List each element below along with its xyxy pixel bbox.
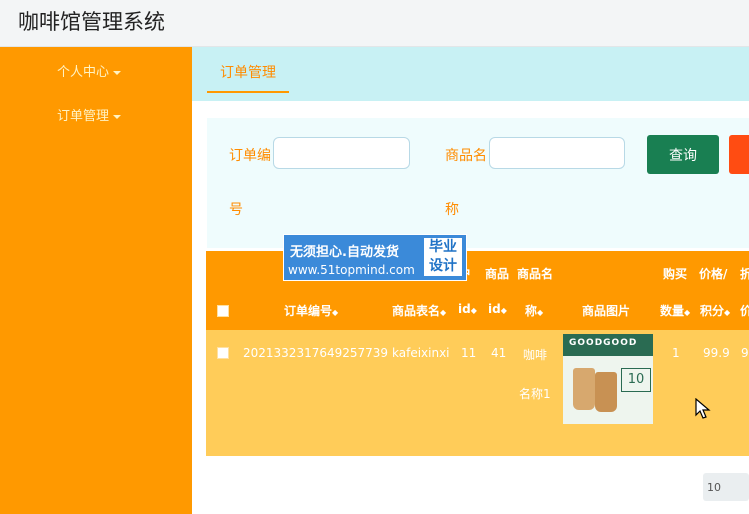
thumbnail-brand: GOODGOOD (569, 338, 638, 348)
cell-extra: 9 (741, 346, 749, 360)
tab-order-management[interactable]: 订单管理 (207, 62, 289, 93)
cell-table-name: kafeixinxi (392, 346, 450, 360)
header-extra-top: 折 (740, 267, 749, 281)
header-price[interactable]: 积分◆ (700, 302, 730, 319)
header-price-top: 价格/ (699, 267, 728, 281)
sidebar-item-label: 订单管理 (57, 109, 110, 124)
header-product-id-top: 商品 (485, 267, 510, 281)
header-extra: 价 (740, 304, 749, 318)
cell-product-name: 咖啡 (523, 348, 548, 362)
cell-order-no: 2021332317649257739 (243, 346, 389, 360)
sort-icon: ◆ (537, 308, 544, 317)
cell-product-name-wrap: 名称1 (519, 387, 551, 401)
top-bar: 咖啡馆管理系统 (0, 0, 749, 47)
thumbnail-price: 10 (621, 368, 651, 392)
orders-table: 户 商品 商品名 购买 价格/ 折 订单编号◆ 商品表名◆ id◆ id◆ 称◆… (206, 251, 749, 456)
cell-user-id: 11 (461, 346, 477, 360)
coffee-cup-image (573, 368, 595, 410)
header-product-image: 商品图片 (582, 304, 631, 318)
sort-icon: ◆ (440, 308, 447, 317)
sidebar-item-label: 个人中心 (57, 65, 110, 80)
header-table-name[interactable]: 商品表名◆ (392, 302, 446, 319)
page-size-value: 10 (707, 481, 721, 494)
order-no-input[interactable] (273, 137, 410, 169)
page-size-select[interactable]: 10 (703, 473, 749, 501)
header-buy-qty-top: 购买 (663, 267, 688, 281)
query-button[interactable]: 查询 (647, 135, 719, 174)
mouse-cursor-icon (695, 398, 711, 419)
row-checkbox[interactable] (217, 347, 229, 359)
caret-down-icon (113, 70, 122, 75)
product-name-label-wrap: 称 (445, 202, 459, 218)
sort-icon: ◆ (500, 306, 507, 315)
search-panel: 订单编 号 商品名 称 查询 (207, 118, 749, 248)
cell-buy-qty: 1 (672, 346, 680, 360)
product-thumbnail[interactable]: GOODGOOD 10 (563, 334, 653, 424)
coffee-cup-image (595, 372, 617, 412)
sidebar-item-personal-center[interactable]: 个人中心 (57, 61, 122, 80)
order-no-label: 订单编 (229, 148, 271, 164)
caret-down-icon (113, 114, 122, 119)
sort-icon: ◆ (724, 308, 731, 317)
sort-icon: ◆ (470, 306, 477, 315)
header-buy-qty[interactable]: 数量◆ (660, 302, 690, 319)
order-no-label-wrap: 号 (229, 202, 243, 218)
cell-product-id: 41 (491, 346, 507, 360)
reset-button[interactable] (729, 135, 749, 174)
sidebar: 个人中心 订单管理 (0, 47, 192, 514)
header-product-name[interactable]: 称◆ (525, 302, 543, 319)
product-name-label: 商品名 (445, 148, 487, 164)
watermark-text: 无须担心.自动发货 (290, 245, 399, 260)
watermark-url: www.51topmind.com (288, 263, 415, 277)
select-all-checkbox[interactable] (217, 305, 229, 317)
app-title: 咖啡馆管理系统 (18, 10, 165, 34)
header-product-id[interactable]: id◆ (488, 302, 507, 316)
cell-price: 99.9 (703, 346, 730, 360)
tab-bar: 订单管理 (192, 47, 749, 101)
product-name-input[interactable] (489, 137, 625, 169)
watermark-banner: 无须担心.自动发货 www.51topmind.com 毕业 设计 (283, 234, 467, 281)
watermark-badge: 毕业 设计 (424, 238, 462, 276)
header-product-name-top: 商品名 (517, 267, 554, 281)
header-user-id[interactable]: id◆ (458, 302, 477, 316)
sidebar-item-order-management[interactable]: 订单管理 (57, 105, 122, 124)
sort-icon: ◆ (332, 308, 339, 317)
header-order-no[interactable]: 订单编号◆ (284, 302, 338, 319)
sort-icon: ◆ (684, 308, 691, 317)
